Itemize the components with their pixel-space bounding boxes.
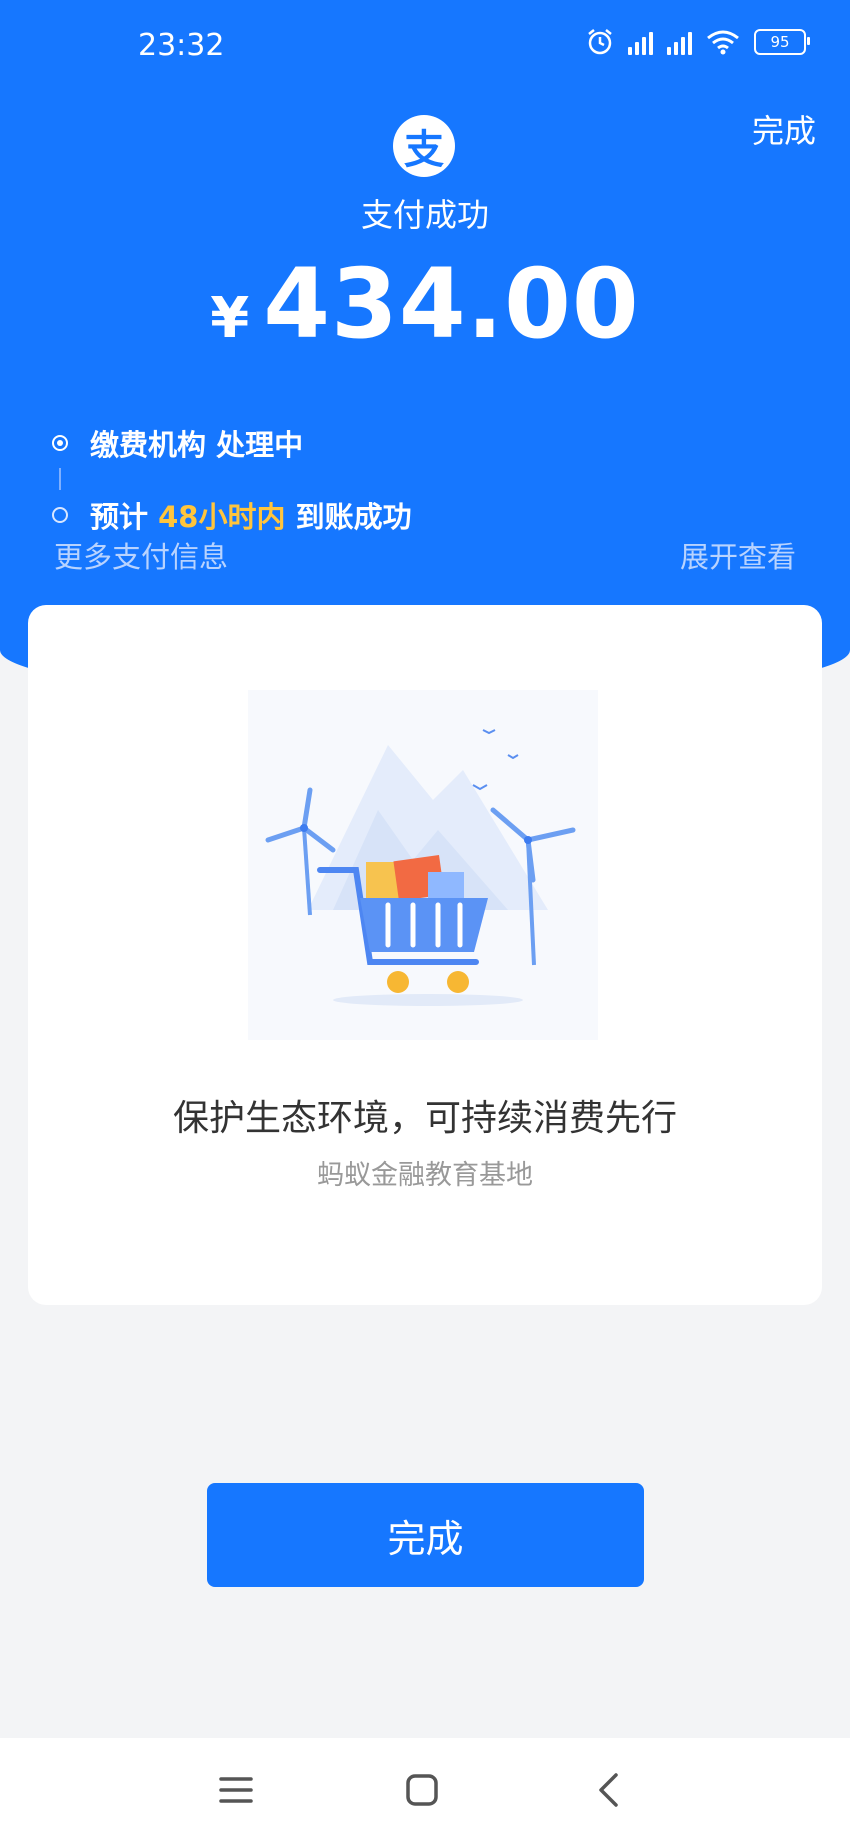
eco-shopping-cart-illustration (248, 690, 598, 1040)
step-pending-dot-icon (52, 507, 68, 523)
card-title: 保护生态环境，可持续消费先行 (172, 1098, 677, 1139)
step-active-dot-icon (52, 435, 68, 451)
timeline-connector (59, 468, 61, 490)
top-done-button[interactable]: 完成 (752, 106, 816, 152)
signal-icon (667, 29, 692, 55)
step2-highlight: 48小时内 (158, 500, 286, 534)
payment-status-title: 支付成功 (360, 196, 489, 234)
alipay-logo-icon: 支 (393, 115, 455, 177)
battery-icon: 95 (754, 29, 810, 55)
currency-symbol: ¥ (210, 286, 250, 351)
status-time: 23:32 (138, 28, 225, 63)
system-navigation-bar (0, 1738, 850, 1842)
progress-timeline: 缴费机构 处理中 预计 48小时内 到账成功 (52, 422, 412, 536)
home-square-icon (406, 1774, 438, 1806)
home-button[interactable] (400, 1768, 444, 1812)
promo-card[interactable]: 保护生态环境，可持续消费先行 蚂蚁金融教育基地 (28, 605, 822, 1305)
timeline-step-arrival: 预计 48小时内 到账成功 (52, 494, 412, 536)
step2-prefix: 预计 (90, 500, 149, 534)
step2-suffix: 到账成功 (295, 500, 412, 534)
step1-status: 处理中 (216, 428, 304, 462)
chevron-left-icon (599, 1773, 618, 1807)
step1-org: 缴费机构 (90, 428, 207, 462)
status-icons: 95 (586, 28, 810, 56)
more-payment-info-label: 更多支付信息 (54, 540, 229, 574)
menu-icon (219, 1777, 253, 1803)
wifi-icon (707, 30, 739, 55)
expand-details-link[interactable]: 展开查看 (680, 534, 796, 576)
recent-apps-button[interactable] (214, 1768, 258, 1812)
payment-amount: ¥434.00 (0, 248, 850, 360)
signal-icon (628, 29, 653, 55)
timeline-step-processing: 缴费机构 处理中 (52, 422, 412, 464)
done-button[interactable]: 完成 (207, 1483, 644, 1587)
alarm-icon (588, 29, 612, 55)
card-subtitle: 蚂蚁金融教育基地 (317, 1160, 533, 1191)
back-button[interactable] (586, 1768, 630, 1812)
amount-value: 434.00 (263, 248, 640, 360)
